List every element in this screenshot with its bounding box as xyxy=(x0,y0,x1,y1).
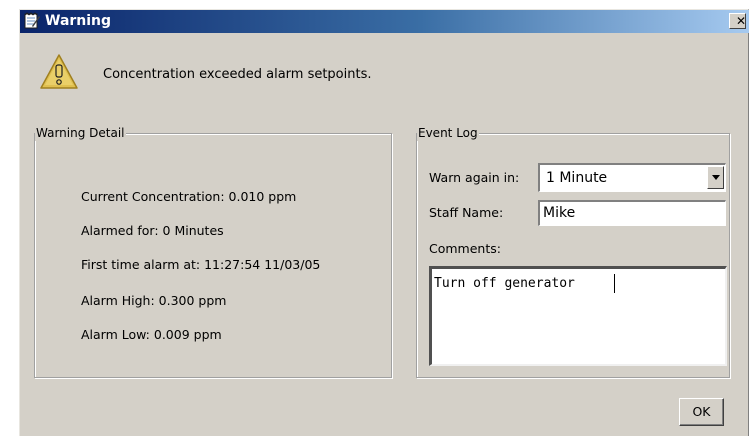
event-log-legend: Event Log xyxy=(417,125,479,141)
warn-again-select[interactable]: 1 Minute xyxy=(538,163,726,192)
comments-label: Comments: xyxy=(429,241,501,256)
warn-again-label: Warn again in: xyxy=(429,170,520,185)
comments-textarea[interactable]: Turn off generator xyxy=(429,266,727,366)
warning-detail-group: Warning Detail Current Concentration: 0.… xyxy=(34,125,392,378)
alarm-low: Alarm Low: 0.009 ppm xyxy=(81,327,222,342)
text-caret xyxy=(614,274,615,293)
close-icon: ✕ xyxy=(736,14,747,28)
warn-again-value: 1 Minute xyxy=(546,170,608,186)
event-log-group: Event Log Warn again in: 1 Minute Staff … xyxy=(416,125,730,378)
notebook-app-icon xyxy=(23,12,41,30)
staff-name-field[interactable]: Mike xyxy=(538,200,726,226)
alarmed-for: Alarmed for: 0 Minutes xyxy=(81,223,224,238)
staff-name-label: Staff Name: xyxy=(429,205,504,220)
ok-button[interactable]: OK xyxy=(679,398,724,426)
warning-detail-legend: Warning Detail xyxy=(35,125,126,141)
chevron-down-icon xyxy=(712,175,720,180)
alarm-high: Alarm High: 0.300 ppm xyxy=(81,293,227,308)
current-concentration: Current Concentration: 0.010 ppm xyxy=(81,189,297,204)
warning-message: Concentration exceeded alarm setpoints. xyxy=(103,67,372,82)
comments-value: Turn off generator xyxy=(434,276,575,291)
dropdown-button[interactable] xyxy=(707,166,724,189)
window-title: Warning xyxy=(45,13,112,29)
warning-dialog: Warning ✕ Concentration exceeded alarm s… xyxy=(19,9,749,436)
staff-name-value: Mike xyxy=(543,205,576,221)
title-bar[interactable]: Warning ✕ xyxy=(20,10,749,33)
close-button[interactable]: ✕ xyxy=(729,13,746,29)
first-alarm-time: First time alarm at: 11:27:54 11/03/05 xyxy=(81,257,321,272)
warning-triangle-icon xyxy=(39,53,79,91)
